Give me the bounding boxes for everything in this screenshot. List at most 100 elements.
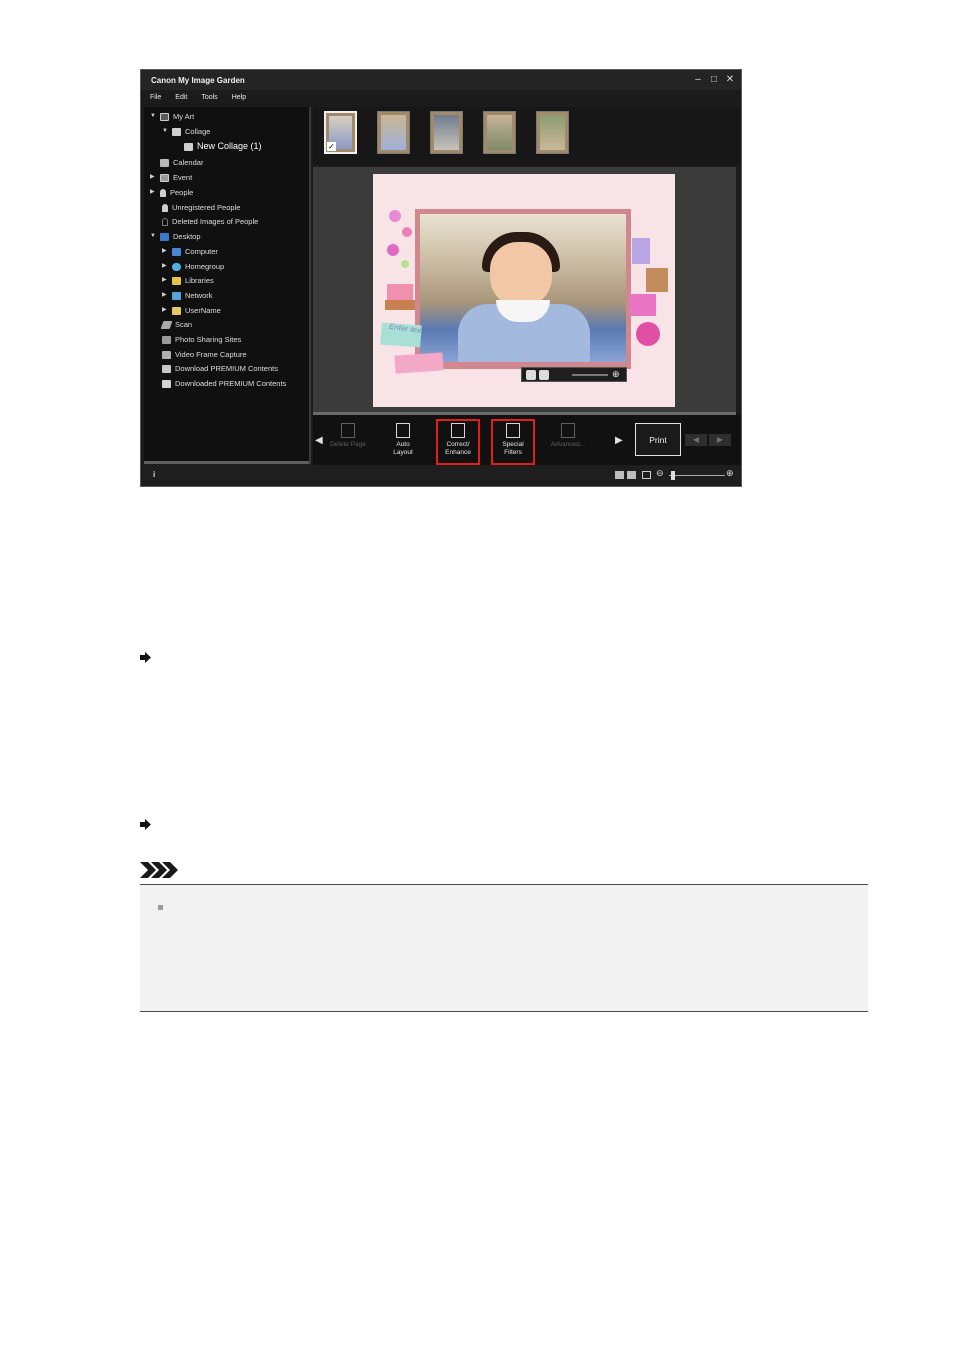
menu-file[interactable]: File bbox=[150, 94, 161, 101]
people-icon bbox=[160, 188, 166, 197]
view-mode-icon[interactable] bbox=[627, 471, 636, 479]
girl-photo[interactable] bbox=[420, 214, 626, 362]
window-title: Canon My Image Garden bbox=[151, 76, 245, 85]
deleted-people-icon bbox=[162, 217, 168, 226]
thumbnail-item[interactable] bbox=[483, 111, 516, 154]
expand-arrow-icon[interactable]: ▶ bbox=[162, 289, 172, 302]
calendar-icon bbox=[160, 158, 169, 167]
scroll-left-arrow-icon[interactable]: ◀ bbox=[315, 435, 323, 446]
thumbnail-strip: ✓ bbox=[313, 107, 741, 165]
zoom-out-icon[interactable]: ⊖ bbox=[656, 468, 664, 479]
my-art-icon bbox=[160, 112, 169, 121]
sidebar-scrollbar[interactable] bbox=[144, 461, 309, 464]
libraries-icon bbox=[172, 276, 181, 285]
scan-icon bbox=[160, 320, 173, 329]
expand-arrow-icon[interactable]: ▶ bbox=[150, 186, 160, 199]
delete-page-button[interactable]: Delete Page bbox=[326, 421, 370, 465]
tree-item-unregistered-people[interactable]: Unregistered People bbox=[162, 201, 240, 214]
sidebar[interactable]: ▼ My Art ▼ Collage New Collage (1) Calenda… bbox=[144, 107, 311, 464]
auto-layout-icon bbox=[396, 423, 410, 438]
advanced-icon bbox=[561, 423, 575, 438]
next-page-icon[interactable]: ▶ bbox=[709, 434, 731, 446]
expand-arrow-icon[interactable]: ▶ bbox=[162, 260, 172, 273]
menu-edit[interactable]: Edit bbox=[175, 94, 187, 101]
expand-arrow-icon[interactable]: ▼ bbox=[150, 230, 160, 243]
zoom-slider[interactable] bbox=[572, 374, 608, 376]
tree-item-my-art[interactable]: ▼ My Art bbox=[150, 110, 194, 123]
tree-item-network[interactable]: ▶ Network bbox=[162, 289, 213, 302]
zoom-slider-knob[interactable] bbox=[671, 471, 675, 480]
zoom-slider[interactable] bbox=[669, 475, 725, 476]
hand-icon[interactable] bbox=[539, 370, 549, 380]
arrow-link-icon[interactable] bbox=[140, 819, 151, 830]
collage-icon bbox=[172, 127, 181, 136]
new-collage-icon bbox=[184, 142, 193, 151]
expand-arrow-icon[interactable]: ▼ bbox=[162, 125, 172, 138]
tree-item-computer[interactable]: ▶ Computer bbox=[162, 245, 218, 258]
app-window: Canon My Image Garden – □ ✕ File Edit To… bbox=[140, 69, 742, 487]
tree-item-people[interactable]: ▶ People bbox=[150, 186, 193, 199]
previous-page-icon[interactable]: ◀ bbox=[685, 434, 707, 446]
photo-frame[interactable] bbox=[415, 209, 631, 369]
thumbnail-item[interactable] bbox=[377, 111, 410, 154]
menu-tools[interactable]: Tools bbox=[201, 94, 217, 101]
view-mode-icon[interactable] bbox=[615, 471, 624, 479]
print-button[interactable]: Print bbox=[635, 423, 681, 456]
special-filters-icon bbox=[506, 423, 520, 438]
download-premium-icon bbox=[162, 364, 171, 373]
gift-decoration bbox=[630, 238, 668, 346]
video-frame-icon bbox=[162, 350, 171, 359]
delete-page-icon bbox=[341, 423, 355, 438]
tree-item-photo-sharing[interactable]: Photo Sharing Sites bbox=[162, 333, 241, 346]
event-icon bbox=[160, 173, 169, 182]
collage-canvas[interactable]: Enter tex ⊕ bbox=[373, 174, 675, 407]
unregistered-people-icon bbox=[162, 203, 168, 212]
tree-item-downloaded-premium[interactable]: Downloaded PREMIUM Contents bbox=[162, 377, 286, 390]
tree-item-username[interactable]: ▶ UserName bbox=[162, 304, 221, 317]
thumbnail-item[interactable] bbox=[430, 111, 463, 154]
status-bar: i ⊖ ⊕ bbox=[141, 465, 741, 486]
computer-icon bbox=[172, 247, 181, 256]
expand-arrow-icon[interactable]: ▶ bbox=[162, 304, 172, 317]
info-icon[interactable]: i bbox=[153, 470, 155, 479]
rotate-icon[interactable] bbox=[526, 370, 536, 380]
tree-item-libraries[interactable]: ▶ Libraries bbox=[162, 274, 214, 287]
scroll-right-arrow-icon[interactable]: ▶ bbox=[615, 435, 623, 446]
network-icon bbox=[172, 291, 181, 300]
arrow-link-icon[interactable] bbox=[140, 652, 151, 663]
expand-arrow-icon[interactable]: ▶ bbox=[162, 274, 172, 287]
advanced-button[interactable]: Advanced... bbox=[546, 421, 590, 465]
tree-item-scan[interactable]: Scan bbox=[160, 318, 192, 331]
zoom-in-icon[interactable]: ⊕ bbox=[612, 369, 622, 379]
tree-item-video-frame[interactable]: Video Frame Capture bbox=[162, 348, 247, 361]
tree-item-collage[interactable]: ▼ Collage bbox=[162, 125, 210, 138]
thumbnail-item[interactable] bbox=[536, 111, 569, 154]
image-edit-toolbar: ⊕ bbox=[521, 367, 627, 382]
special-filters-button[interactable]: Special Filters bbox=[491, 419, 535, 465]
expand-arrow-icon[interactable]: ▶ bbox=[150, 171, 160, 184]
expand-arrow-icon[interactable]: ▼ bbox=[150, 110, 160, 123]
tree-item-download-premium[interactable]: Download PREMIUM Contents bbox=[162, 362, 278, 375]
minimize-icon[interactable]: – bbox=[693, 74, 703, 85]
expand-arrow-icon[interactable]: ▶ bbox=[162, 245, 172, 258]
auto-layout-button[interactable]: Auto Layout bbox=[381, 421, 425, 465]
checkmark-icon[interactable]: ✓ bbox=[327, 142, 336, 151]
tree-item-homegroup[interactable]: ▶ Homegroup bbox=[162, 260, 224, 273]
note-bullet bbox=[158, 905, 163, 910]
desktop-icon bbox=[160, 232, 169, 241]
photo-sharing-icon bbox=[162, 335, 171, 344]
close-icon[interactable]: ✕ bbox=[725, 74, 735, 85]
maximize-icon[interactable]: □ bbox=[709, 74, 719, 85]
tree-item-event[interactable]: ▶ Event bbox=[150, 171, 192, 184]
tree-item-deleted-images[interactable]: Deleted Images of People bbox=[162, 215, 258, 228]
thumbnail-item[interactable]: ✓ bbox=[324, 111, 357, 154]
tree-item-desktop[interactable]: ▼ Desktop bbox=[150, 230, 201, 243]
tree-item-calendar[interactable]: Calendar bbox=[160, 156, 203, 169]
menu-help[interactable]: Help bbox=[232, 94, 246, 101]
correct-enhance-button[interactable]: Correct/ Enhance bbox=[436, 419, 480, 465]
menu-bar: File Edit Tools Help bbox=[141, 90, 741, 105]
fit-to-window-icon[interactable] bbox=[642, 471, 651, 479]
zoom-in-icon[interactable]: ⊕ bbox=[726, 468, 734, 479]
downloaded-premium-icon bbox=[162, 379, 171, 388]
tree-item-new-collage[interactable]: New Collage (1) bbox=[184, 140, 262, 153]
